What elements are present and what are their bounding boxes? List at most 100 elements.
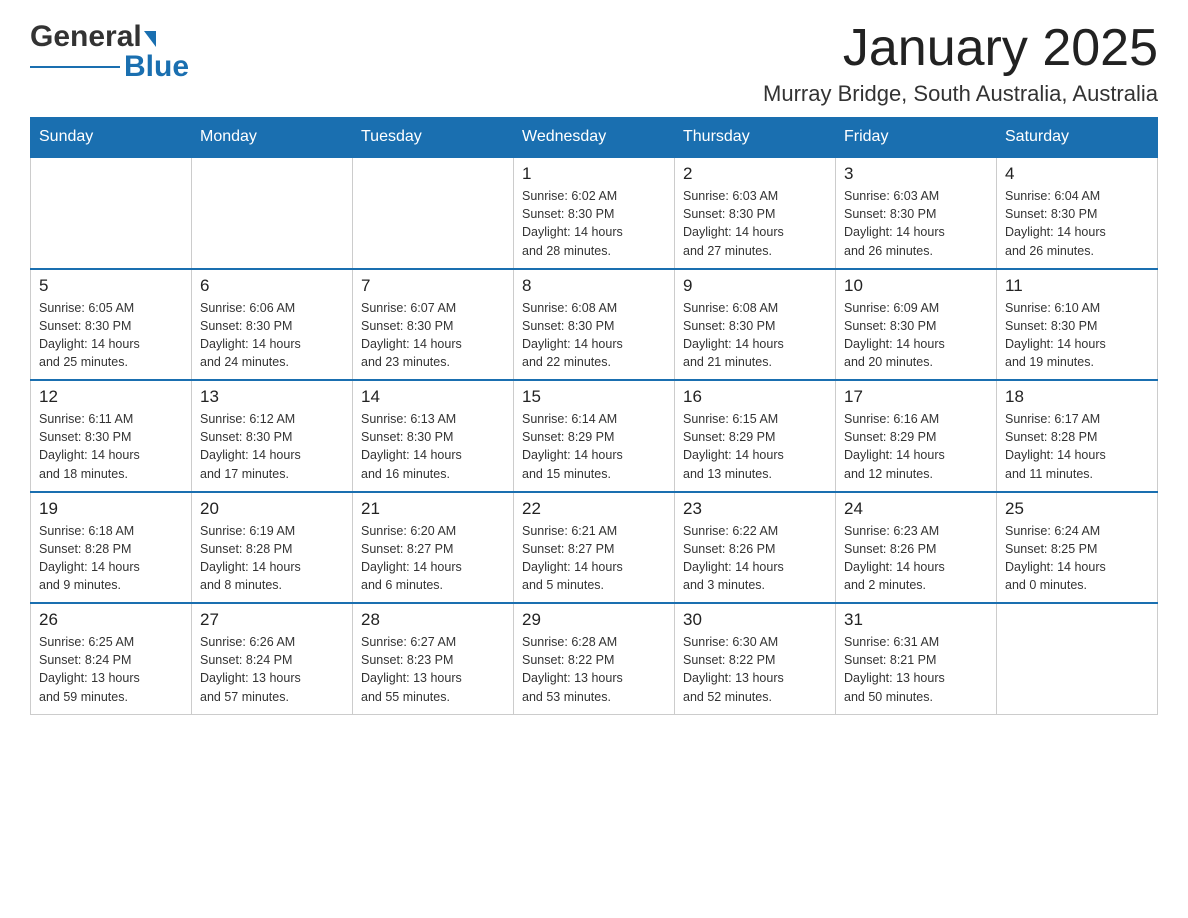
- day-info: Sunrise: 6:04 AM Sunset: 8:30 PM Dayligh…: [1005, 187, 1149, 260]
- month-title: January 2025: [763, 20, 1158, 77]
- day-number: 23: [683, 499, 827, 519]
- day-number: 30: [683, 610, 827, 630]
- day-number: 6: [200, 276, 344, 296]
- day-info: Sunrise: 6:07 AM Sunset: 8:30 PM Dayligh…: [361, 299, 505, 372]
- table-row: 24 Sunrise: 6:23 AM Sunset: 8:26 PM Dayli…: [836, 492, 997, 604]
- day-info: Sunrise: 6:10 AM Sunset: 8:30 PM Dayligh…: [1005, 299, 1149, 372]
- day-number: 7: [361, 276, 505, 296]
- table-row: 2Sunrise: 6:03 AM Sunset: 8:30 PM Daylig…: [675, 157, 836, 269]
- day-info: Sunrise: 6:16 AM Sunset: 8:29 PM Dayligh…: [844, 410, 988, 483]
- day-number: 15: [522, 387, 666, 407]
- table-row: 6 Sunrise: 6:06 AM Sunset: 8:30 PM Daylig…: [192, 269, 353, 381]
- col-saturday: Saturday: [997, 118, 1158, 158]
- table-row: [192, 157, 353, 269]
- day-info: Sunrise: 6:31 AM Sunset: 8:21 PM Dayligh…: [844, 633, 988, 706]
- day-number: 21: [361, 499, 505, 519]
- day-info: Sunrise: 6:23 AM Sunset: 8:26 PM Dayligh…: [844, 522, 988, 595]
- day-number: 11: [1005, 276, 1149, 296]
- day-number: 1: [522, 164, 666, 184]
- table-row: 17 Sunrise: 6:16 AM Sunset: 8:29 PM Dayli…: [836, 380, 997, 492]
- day-info: Sunrise: 6:15 AM Sunset: 8:29 PM Dayligh…: [683, 410, 827, 483]
- table-row: 30 Sunrise: 6:30 AM Sunset: 8:22 PM Dayli…: [675, 603, 836, 714]
- day-info: Sunrise: 6:13 AM Sunset: 8:30 PM Dayligh…: [361, 410, 505, 483]
- table-row: 7 Sunrise: 6:07 AM Sunset: 8:30 PM Daylig…: [353, 269, 514, 381]
- day-info: Sunrise: 6:30 AM Sunset: 8:22 PM Dayligh…: [683, 633, 827, 706]
- table-row: 20Sunrise: 6:19 AM Sunset: 8:28 PM Dayli…: [192, 492, 353, 604]
- day-number: 28: [361, 610, 505, 630]
- calendar-table: Sunday Monday Tuesday Wednesday Thursday…: [30, 117, 1158, 715]
- day-info: Sunrise: 6:12 AM Sunset: 8:30 PM Dayligh…: [200, 410, 344, 483]
- day-info: Sunrise: 6:08 AM Sunset: 8:30 PM Dayligh…: [683, 299, 827, 372]
- day-info: Sunrise: 6:22 AM Sunset: 8:26 PM Dayligh…: [683, 522, 827, 595]
- calendar-week-row: 19 Sunrise: 6:18 AM Sunset: 8:28 PM Dayli…: [31, 492, 1158, 604]
- day-number: 19: [39, 499, 183, 519]
- day-info: Sunrise: 6:26 AM Sunset: 8:24 PM Dayligh…: [200, 633, 344, 706]
- calendar-week-row: 5 Sunrise: 6:05 AM Sunset: 8:30 PM Daylig…: [31, 269, 1158, 381]
- logo: General Blue: [30, 20, 189, 82]
- table-row: 3Sunrise: 6:03 AM Sunset: 8:30 PM Daylig…: [836, 157, 997, 269]
- title-area: January 2025 Murray Bridge, South Austra…: [763, 20, 1158, 107]
- location-subtitle: Murray Bridge, South Australia, Australi…: [763, 81, 1158, 107]
- table-row: 1 Sunrise: 6:02 AM Sunset: 8:30 PM Daylig…: [514, 157, 675, 269]
- table-row: 16 Sunrise: 6:15 AM Sunset: 8:29 PM Dayli…: [675, 380, 836, 492]
- col-friday: Friday: [836, 118, 997, 158]
- day-info: Sunrise: 6:27 AM Sunset: 8:23 PM Dayligh…: [361, 633, 505, 706]
- table-row: 23 Sunrise: 6:22 AM Sunset: 8:26 PM Dayli…: [675, 492, 836, 604]
- day-number: 10: [844, 276, 988, 296]
- day-info: Sunrise: 6:05 AM Sunset: 8:30 PM Dayligh…: [39, 299, 183, 372]
- day-info: Sunrise: 6:20 AM Sunset: 8:27 PM Dayligh…: [361, 522, 505, 595]
- table-row: 28 Sunrise: 6:27 AM Sunset: 8:23 PM Dayli…: [353, 603, 514, 714]
- table-row: [353, 157, 514, 269]
- col-tuesday: Tuesday: [353, 118, 514, 158]
- day-info: Sunrise: 6:08 AM Sunset: 8:30 PM Dayligh…: [522, 299, 666, 372]
- col-wednesday: Wednesday: [514, 118, 675, 158]
- day-number: 25: [1005, 499, 1149, 519]
- logo-text-black: General: [30, 20, 142, 54]
- table-row: 14 Sunrise: 6:13 AM Sunset: 8:30 PM Dayli…: [353, 380, 514, 492]
- table-row: 8 Sunrise: 6:08 AM Sunset: 8:30 PM Daylig…: [514, 269, 675, 381]
- table-row: 22 Sunrise: 6:21 AM Sunset: 8:27 PM Dayli…: [514, 492, 675, 604]
- day-number: 4: [1005, 164, 1149, 184]
- calendar-week-row: 1 Sunrise: 6:02 AM Sunset: 8:30 PM Daylig…: [31, 157, 1158, 269]
- day-number: 24: [844, 499, 988, 519]
- table-row: [31, 157, 192, 269]
- day-number: 17: [844, 387, 988, 407]
- table-row: 10Sunrise: 6:09 AM Sunset: 8:30 PM Dayli…: [836, 269, 997, 381]
- col-sunday: Sunday: [31, 118, 192, 158]
- day-info: Sunrise: 6:24 AM Sunset: 8:25 PM Dayligh…: [1005, 522, 1149, 595]
- table-row: 9 Sunrise: 6:08 AM Sunset: 8:30 PM Daylig…: [675, 269, 836, 381]
- table-row: 29Sunrise: 6:28 AM Sunset: 8:22 PM Dayli…: [514, 603, 675, 714]
- table-row: 27Sunrise: 6:26 AM Sunset: 8:24 PM Dayli…: [192, 603, 353, 714]
- table-row: 12Sunrise: 6:11 AM Sunset: 8:30 PM Dayli…: [31, 380, 192, 492]
- day-number: 5: [39, 276, 183, 296]
- logo-triangle-icon: [144, 31, 156, 47]
- day-number: 31: [844, 610, 988, 630]
- table-row: 19 Sunrise: 6:18 AM Sunset: 8:28 PM Dayli…: [31, 492, 192, 604]
- table-row: [997, 603, 1158, 714]
- day-info: Sunrise: 6:21 AM Sunset: 8:27 PM Dayligh…: [522, 522, 666, 595]
- day-info: Sunrise: 6:03 AM Sunset: 8:30 PM Dayligh…: [844, 187, 988, 260]
- day-number: 14: [361, 387, 505, 407]
- calendar-week-row: 12Sunrise: 6:11 AM Sunset: 8:30 PM Dayli…: [31, 380, 1158, 492]
- table-row: 4 Sunrise: 6:04 AM Sunset: 8:30 PM Daylig…: [997, 157, 1158, 269]
- day-info: Sunrise: 6:19 AM Sunset: 8:28 PM Dayligh…: [200, 522, 344, 595]
- day-number: 22: [522, 499, 666, 519]
- day-info: Sunrise: 6:03 AM Sunset: 8:30 PM Dayligh…: [683, 187, 827, 260]
- col-monday: Monday: [192, 118, 353, 158]
- day-info: Sunrise: 6:18 AM Sunset: 8:28 PM Dayligh…: [39, 522, 183, 595]
- day-info: Sunrise: 6:17 AM Sunset: 8:28 PM Dayligh…: [1005, 410, 1149, 483]
- col-thursday: Thursday: [675, 118, 836, 158]
- day-number: 26: [39, 610, 183, 630]
- day-info: Sunrise: 6:02 AM Sunset: 8:30 PM Dayligh…: [522, 187, 666, 260]
- day-info: Sunrise: 6:14 AM Sunset: 8:29 PM Dayligh…: [522, 410, 666, 483]
- day-number: 13: [200, 387, 344, 407]
- table-row: 18Sunrise: 6:17 AM Sunset: 8:28 PM Dayli…: [997, 380, 1158, 492]
- day-number: 29: [522, 610, 666, 630]
- day-number: 9: [683, 276, 827, 296]
- day-number: 8: [522, 276, 666, 296]
- day-info: Sunrise: 6:06 AM Sunset: 8:30 PM Dayligh…: [200, 299, 344, 372]
- day-number: 16: [683, 387, 827, 407]
- table-row: 5 Sunrise: 6:05 AM Sunset: 8:30 PM Daylig…: [31, 269, 192, 381]
- table-row: 13 Sunrise: 6:12 AM Sunset: 8:30 PM Dayli…: [192, 380, 353, 492]
- day-info: Sunrise: 6:25 AM Sunset: 8:24 PM Dayligh…: [39, 633, 183, 706]
